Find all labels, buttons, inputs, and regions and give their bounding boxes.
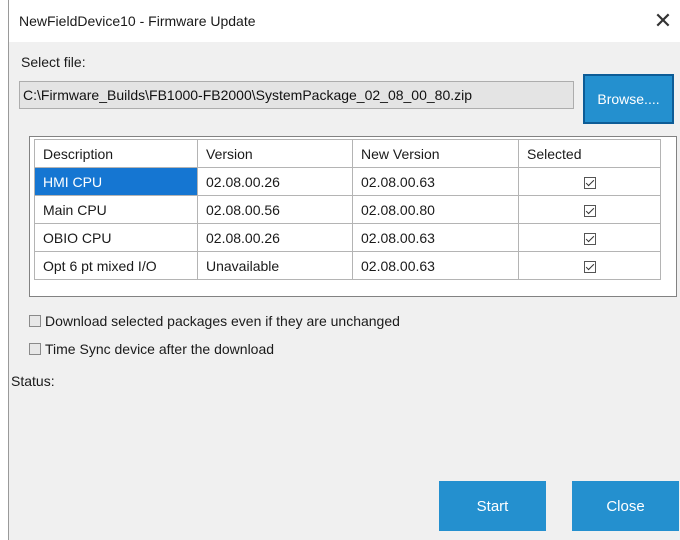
row-selected-checkbox[interactable] xyxy=(583,260,596,273)
cell-new-version[interactable]: 02.08.00.80 xyxy=(352,195,519,224)
firmware-update-dialog: NewFieldDevice10 - Firmware Update ✕ Sel… xyxy=(8,0,680,540)
package-table: Description Version New Version Selected… xyxy=(34,139,661,280)
download-unchanged-checkbox[interactable] xyxy=(29,315,41,327)
close-button[interactable]: Close xyxy=(572,481,679,531)
table-row[interactable]: Opt 6 pt mixed I/O Unavailable 02.08.00.63 xyxy=(34,251,661,280)
cell-new-version[interactable]: 02.08.00.63 xyxy=(352,251,519,280)
start-button[interactable]: Start xyxy=(439,481,546,531)
time-sync-checkbox[interactable] xyxy=(29,343,41,355)
cell-version[interactable]: 02.08.00.26 xyxy=(197,167,353,196)
select-file-label: Select file: xyxy=(21,54,86,70)
column-header-description[interactable]: Description xyxy=(34,139,198,168)
cell-selected xyxy=(518,223,661,252)
download-unchanged-label: Download selected packages even if they … xyxy=(45,313,400,329)
title-bar[interactable]: NewFieldDevice10 - Firmware Update ✕ xyxy=(9,0,680,42)
cell-description[interactable]: HMI CPU xyxy=(34,167,198,196)
package-grid: Description Version New Version Selected… xyxy=(29,136,677,297)
cell-version[interactable]: 02.08.00.56 xyxy=(197,195,353,224)
column-header-selected[interactable]: Selected xyxy=(518,139,661,168)
cell-new-version[interactable]: 02.08.00.63 xyxy=(352,167,519,196)
column-header-version[interactable]: Version xyxy=(197,139,353,168)
column-header-new-version[interactable]: New Version xyxy=(352,139,519,168)
cell-selected xyxy=(518,167,661,196)
window-title: NewFieldDevice10 - Firmware Update xyxy=(19,13,256,29)
cell-version[interactable]: Unavailable xyxy=(197,251,353,280)
row-selected-checkbox[interactable] xyxy=(583,232,596,245)
row-selected-checkbox[interactable] xyxy=(583,204,596,217)
time-sync-label: Time Sync device after the download xyxy=(45,341,275,357)
cell-description[interactable]: Opt 6 pt mixed I/O xyxy=(34,251,198,280)
table-row[interactable]: Main CPU 02.08.00.56 02.08.00.80 xyxy=(34,195,661,224)
table-header-row: Description Version New Version Selected xyxy=(34,139,661,168)
cell-selected xyxy=(518,195,661,224)
status-label: Status: xyxy=(11,373,55,389)
cell-description[interactable]: OBIO CPU xyxy=(34,223,198,252)
table-row[interactable]: HMI CPU 02.08.00.26 02.08.00.63 xyxy=(34,167,661,196)
table-row[interactable]: OBIO CPU 02.08.00.26 02.08.00.63 xyxy=(34,223,661,252)
close-icon[interactable]: ✕ xyxy=(648,6,678,36)
browse-button[interactable]: Browse.... xyxy=(583,74,674,124)
download-unchanged-option[interactable]: Download selected packages even if they … xyxy=(29,313,400,329)
cell-selected xyxy=(518,251,661,280)
cell-description[interactable]: Main CPU xyxy=(34,195,198,224)
row-selected-checkbox[interactable] xyxy=(583,176,596,189)
cell-new-version[interactable]: 02.08.00.63 xyxy=(352,223,519,252)
cell-version[interactable]: 02.08.00.26 xyxy=(197,223,353,252)
time-sync-option[interactable]: Time Sync device after the download xyxy=(29,341,274,357)
file-path-field[interactable]: C:\Firmware_Builds\FB1000-FB2000\SystemP… xyxy=(19,81,574,109)
